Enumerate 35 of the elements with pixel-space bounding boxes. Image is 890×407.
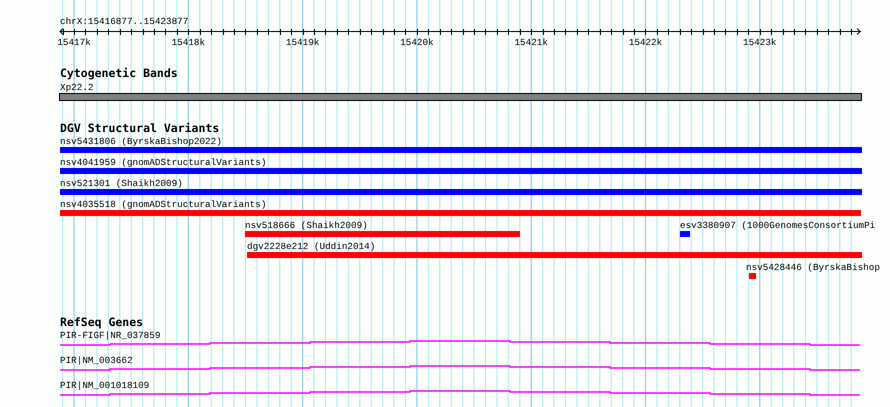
- cytoband-bar[interactable]: [59, 93, 862, 101]
- variant-bar[interactable]: [680, 231, 690, 237]
- tick-label: 15420k: [400, 37, 434, 48]
- variant-label: nsv521301 (Shaikh2009): [60, 178, 183, 189]
- variant-bar[interactable]: [60, 168, 862, 174]
- gene-line[interactable]: [60, 340, 860, 346]
- band-label: Xp22.2: [60, 82, 94, 93]
- variant-bar[interactable]: [60, 189, 862, 195]
- variant-label: nsv5431806 (ByrskaBishop2022): [60, 136, 222, 147]
- variant-label: nsv5428446 (ByrskaBishop: [746, 262, 880, 273]
- location-label: chrX:15416877..15423877: [60, 16, 188, 27]
- tick-label: 15419k: [286, 37, 320, 48]
- gene-label: PIR-FIGF|NR_037859: [60, 330, 160, 341]
- variant-label: nsv518666 (Shaikh2009): [245, 220, 368, 231]
- gene-label: PIR|NM_001018109: [60, 380, 150, 391]
- track-title: RefSeq Genes: [60, 315, 144, 329]
- variant-label: nsv4035518 (gnomADStructuralVariants): [60, 199, 266, 210]
- tick-label: 15417k: [57, 37, 91, 48]
- gene-line[interactable]: [60, 390, 860, 396]
- variant-bar[interactable]: [749, 273, 756, 279]
- track-title: Cytogenetic Bands: [60, 66, 178, 80]
- tick-label: 15421k: [514, 37, 548, 48]
- variant-label: esv3380907 (1000GenomesConsortiumPi: [680, 220, 876, 231]
- track-title: DGV Structural Variants: [60, 121, 220, 135]
- tick-label: 15422k: [628, 37, 662, 48]
- variant-bar[interactable]: [247, 252, 862, 258]
- tick-label: 15423k: [743, 37, 777, 48]
- variant-bar[interactable]: [60, 147, 862, 153]
- variant-label: nsv4041959 (gnomADStructuralVariants): [60, 157, 266, 168]
- tick-label: 15418k: [172, 37, 206, 48]
- variant-bar[interactable]: [245, 231, 520, 237]
- gene-line[interactable]: [60, 365, 860, 371]
- gene-label: PIR|NM_003662: [60, 355, 133, 366]
- variant-label: dgv2228e212 (Uddin2014): [247, 241, 376, 252]
- variant-bar[interactable]: [60, 210, 861, 216]
